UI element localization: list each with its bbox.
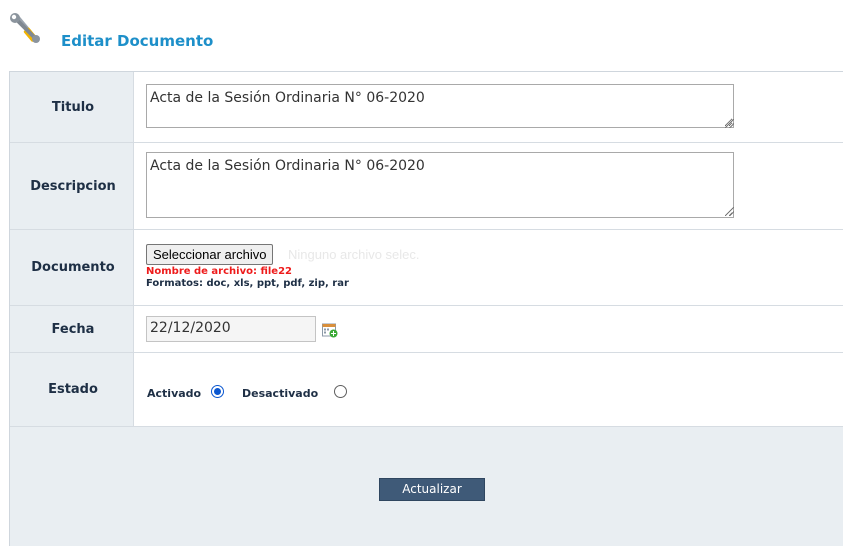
row-estado: Estado Activado Desactivado bbox=[10, 353, 843, 427]
descripcion-textarea[interactable]: Acta de la Sesión Ordinaria N° 06-2020 bbox=[146, 152, 734, 218]
tools-icon bbox=[9, 12, 45, 46]
titulo-textarea[interactable]: Acta de la Sesión Ordinaria N° 06-2020 bbox=[146, 84, 734, 128]
titulo-label: Titulo bbox=[10, 72, 134, 142]
row-descripcion: Descripcion Acta de la Sesión Ordinaria … bbox=[10, 143, 843, 230]
file-name-text: Nombre de archivo: file22 bbox=[146, 266, 292, 277]
fecha-label: Fecha bbox=[10, 306, 134, 352]
calendar-icon[interactable] bbox=[322, 322, 338, 338]
file-status-text: Ninguno archivo selec. bbox=[288, 247, 420, 262]
select-file-button[interactable]: Seleccionar archivo bbox=[146, 244, 274, 265]
page-title: Editar Documento bbox=[61, 32, 214, 50]
row-fecha: Fecha 22/12/2020 bbox=[10, 306, 843, 353]
titulo-resize-handle[interactable] bbox=[725, 119, 734, 128]
edit-document-form: Titulo Acta de la Sesión Ordinaria N° 06… bbox=[9, 71, 843, 546]
activado-label: Activado bbox=[147, 387, 202, 400]
row-titulo: Titulo Acta de la Sesión Ordinaria N° 06… bbox=[10, 72, 843, 143]
update-button[interactable]: Actualizar bbox=[379, 478, 485, 501]
activado-radio[interactable] bbox=[211, 385, 224, 398]
estado-label: Estado bbox=[10, 353, 134, 426]
desactivado-radio[interactable] bbox=[334, 385, 347, 398]
descripcion-label: Descripcion bbox=[10, 143, 134, 229]
descripcion-resize-handle[interactable] bbox=[725, 207, 734, 216]
documento-label: Documento bbox=[10, 230, 134, 305]
fecha-input[interactable]: 22/12/2020 bbox=[146, 316, 316, 342]
file-formats-text: Formatos: doc, xls, ppt, pdf, zip, rar bbox=[146, 278, 349, 289]
row-documento: Documento Seleccionar archivo Ninguno ar… bbox=[10, 230, 843, 306]
desactivado-label: Desactivado bbox=[242, 387, 319, 400]
